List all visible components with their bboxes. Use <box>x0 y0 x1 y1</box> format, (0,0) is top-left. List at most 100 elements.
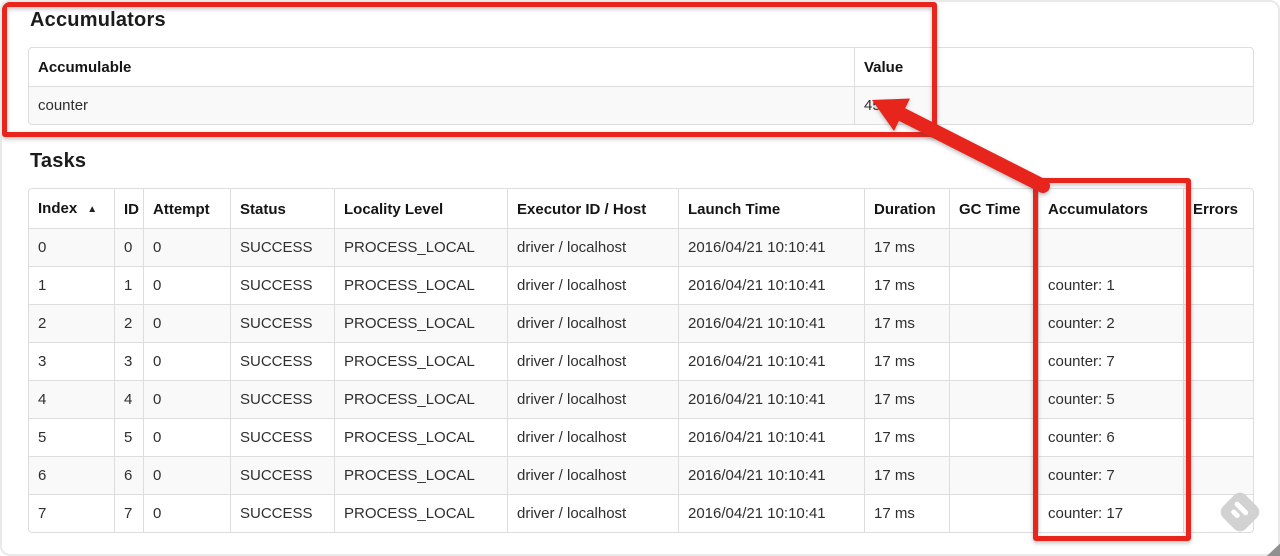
corner-resize-mark <box>1266 543 1280 556</box>
executor-id-host-cell: driver / localhost <box>507 418 678 456</box>
index-column-header[interactable]: Index ▲ <box>29 189 114 228</box>
attempt-cell: 0 <box>143 380 230 418</box>
locality-level-cell: PROCESS_LOCAL <box>334 304 507 342</box>
attempt-cell: 0 <box>143 266 230 304</box>
executor-id-host-column-header[interactable]: Executor ID / Host <box>507 189 678 228</box>
accumulators-cell: counter: 17 <box>1038 494 1183 532</box>
attempt-column-header[interactable]: Attempt <box>143 189 230 228</box>
gc-time-column-header[interactable]: GC Time <box>949 189 1038 228</box>
launch-time-cell: 2016/04/21 10:10:41 <box>678 418 864 456</box>
accumulators-cell: counter: 2 <box>1038 304 1183 342</box>
accumulators-header-row: Accumulable Value <box>29 48 1253 86</box>
executor-id-host-cell: driver / localhost <box>507 494 678 532</box>
errors-cell <box>1183 418 1253 456</box>
accumulable-header-label: Accumulable <box>38 59 132 76</box>
index-cell: 2 <box>29 304 114 342</box>
table-row: 0 0 0 SUCCESS PROCESS_LOCAL driver / localhos… <box>29 228 1253 266</box>
status-header-label: Status <box>240 200 286 218</box>
launch-time-header-label: Launch Time <box>688 200 781 218</box>
index-cell: 0 <box>29 228 114 266</box>
index-header-label: Index <box>38 200 78 217</box>
accumulators-cell: counter: 7 <box>1038 456 1183 494</box>
launch-time-cell: 2016/04/21 10:10:41 <box>678 228 864 266</box>
table-row: 1 1 0 SUCCESS PROCESS_LOCAL driver / localhos… <box>29 266 1253 304</box>
status-cell: SUCCESS <box>230 228 334 266</box>
id-cell: 3 <box>114 342 143 380</box>
id-cell: 6 <box>114 456 143 494</box>
id-cell: 1 <box>114 266 143 304</box>
table-row: 4 4 0 SUCCESS PROCESS_LOCAL driver / localhos… <box>29 380 1253 418</box>
status-cell: SUCCESS <box>230 494 334 532</box>
duration-cell: 17 ms <box>864 494 949 532</box>
attempt-cell: 0 <box>143 418 230 456</box>
id-column-header[interactable]: ID <box>114 189 143 228</box>
attempt-cell: 0 <box>143 304 230 342</box>
errors-header-label: Errors <box>1193 200 1239 218</box>
index-cell: 1 <box>29 266 114 304</box>
accumulators-section: Accumulators Accumulable Value counter 4… <box>28 8 1254 125</box>
locality-level-cell: PROCESS_LOCAL <box>334 266 507 304</box>
value-column-header: Value <box>854 48 1253 86</box>
errors-cell <box>1183 342 1253 380</box>
launch-time-column-header[interactable]: Launch Time <box>678 189 864 228</box>
gc-time-cell <box>949 494 1038 532</box>
table-row: counter 45 <box>29 86 1253 124</box>
duration-cell: 17 ms <box>864 266 949 304</box>
status-cell: SUCCESS <box>230 456 334 494</box>
gc-time-cell <box>949 456 1038 494</box>
id-cell: 5 <box>114 418 143 456</box>
accumulators-cell: counter: 6 <box>1038 418 1183 456</box>
status-cell: SUCCESS <box>230 418 334 456</box>
duration-cell: 17 ms <box>864 228 949 266</box>
value-header-label: Value <box>864 59 904 76</box>
sort-ascending-icon: ▲ <box>87 204 98 215</box>
duration-column-header[interactable]: Duration <box>864 189 949 228</box>
locality-level-cell: PROCESS_LOCAL <box>334 418 507 456</box>
accumulable-name-cell: counter <box>29 86 854 124</box>
tasks-table: Index ▲ ID Attempt Status Locality Level … <box>28 188 1254 533</box>
errors-cell <box>1183 304 1253 342</box>
locality-level-header-label: Locality Level <box>344 200 444 218</box>
launch-time-cell: 2016/04/21 10:10:41 <box>678 456 864 494</box>
accumulators-cell: counter: 1 <box>1038 266 1183 304</box>
locality-level-column-header[interactable]: Locality Level <box>334 189 507 228</box>
gc-time-cell <box>949 304 1038 342</box>
attempt-cell: 0 <box>143 494 230 532</box>
duration-header-label: Duration <box>874 200 936 218</box>
duration-cell: 17 ms <box>864 456 949 494</box>
index-cell: 7 <box>29 494 114 532</box>
tasks-heading: Tasks <box>30 150 87 172</box>
locality-level-cell: PROCESS_LOCAL <box>334 456 507 494</box>
accumulators-table: Accumulable Value counter 45 <box>28 47 1254 125</box>
table-row: 6 6 0 SUCCESS PROCESS_LOCAL driver / localhos… <box>29 456 1253 494</box>
duration-cell: 17 ms <box>864 342 949 380</box>
accumulators-column-header[interactable]: Accumulators <box>1038 189 1183 228</box>
errors-cell <box>1183 266 1253 304</box>
launch-time-cell: 2016/04/21 10:10:41 <box>678 304 864 342</box>
errors-column-header[interactable]: Errors <box>1183 189 1253 228</box>
executor-id-host-cell: driver / localhost <box>507 228 678 266</box>
status-cell: SUCCESS <box>230 342 334 380</box>
table-row: 5 5 0 SUCCESS PROCESS_LOCAL driver / localhos… <box>29 418 1253 456</box>
tasks-header-row: Index ▲ ID Attempt Status Locality Level … <box>29 189 1253 228</box>
executor-id-host-cell: driver / localhost <box>507 342 678 380</box>
accumulable-column-header: Accumulable <box>29 48 854 86</box>
errors-cell <box>1183 228 1253 266</box>
gc-time-cell <box>949 266 1038 304</box>
status-cell: SUCCESS <box>230 380 334 418</box>
duration-cell: 17 ms <box>864 304 949 342</box>
executor-id-host-header-label: Executor ID / Host <box>517 200 647 218</box>
locality-level-cell: PROCESS_LOCAL <box>334 342 507 380</box>
launch-time-cell: 2016/04/21 10:10:41 <box>678 380 864 418</box>
errors-cell <box>1183 456 1253 494</box>
attempt-cell: 0 <box>143 456 230 494</box>
status-cell: SUCCESS <box>230 304 334 342</box>
accumulators-heading: Accumulators <box>30 9 166 31</box>
index-cell: 5 <box>29 418 114 456</box>
gc-time-cell <box>949 418 1038 456</box>
launch-time-cell: 2016/04/21 10:10:41 <box>678 342 864 380</box>
duration-cell: 17 ms <box>864 418 949 456</box>
table-row: 3 3 0 SUCCESS PROCESS_LOCAL driver / localhos… <box>29 342 1253 380</box>
gc-time-cell <box>949 380 1038 418</box>
status-column-header[interactable]: Status <box>230 189 334 228</box>
